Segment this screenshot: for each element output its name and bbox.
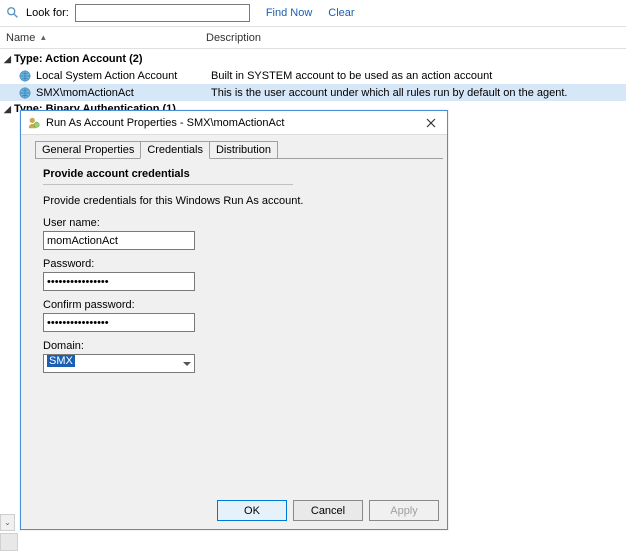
ok-button[interactable]: OK bbox=[217, 500, 287, 521]
tab-strip: General Properties Credentials Distribut… bbox=[35, 141, 443, 158]
search-label: Look for: bbox=[26, 7, 69, 19]
footer-grip bbox=[0, 533, 18, 551]
tab-distribution[interactable]: Distribution bbox=[209, 141, 278, 158]
search-input[interactable] bbox=[75, 4, 250, 22]
column-description[interactable]: Description bbox=[206, 32, 626, 44]
item-name: Local System Action Account bbox=[36, 70, 211, 82]
hint-text: Provide credentials for this Windows Run… bbox=[43, 195, 433, 207]
find-now-link[interactable]: Find Now bbox=[266, 7, 312, 19]
dialog-title: Run As Account Properties - SMX\momActio… bbox=[46, 117, 421, 129]
sort-asc-icon: ▲ bbox=[39, 33, 47, 42]
domain-label: Domain: bbox=[43, 340, 433, 352]
tab-body: Provide account credentials Provide cred… bbox=[21, 159, 447, 373]
item-name: SMX\momActionAct bbox=[36, 87, 211, 99]
column-name[interactable]: Name▲ bbox=[6, 32, 206, 44]
titlebar[interactable]: Run As Account Properties - SMX\momActio… bbox=[21, 111, 447, 135]
username-label: User name: bbox=[43, 217, 433, 229]
group-header[interactable]: ◢ Type: Action Account (2) bbox=[0, 51, 626, 67]
properties-dialog: Run As Account Properties - SMX\momActio… bbox=[20, 110, 448, 530]
tab-general[interactable]: General Properties bbox=[35, 141, 141, 158]
apply-button: Apply bbox=[369, 500, 439, 521]
account-icon bbox=[27, 116, 41, 130]
domain-combobox[interactable]: SMX bbox=[43, 354, 195, 373]
item-desc: This is the user account under which all… bbox=[211, 87, 626, 99]
scroll-down-button[interactable]: ⌄ bbox=[0, 514, 15, 531]
confirm-password-field[interactable] bbox=[43, 313, 195, 332]
dialog-buttons: OK Cancel Apply bbox=[217, 500, 439, 521]
expander-icon[interactable]: ◢ bbox=[4, 54, 14, 65]
section-title: Provide account credentials bbox=[43, 165, 293, 185]
column-headers: Name▲ Description bbox=[0, 27, 626, 49]
globe-icon bbox=[18, 69, 32, 83]
globe-icon bbox=[18, 86, 32, 100]
item-desc: Built in SYSTEM account to be used as an… bbox=[211, 70, 626, 82]
list-item[interactable]: SMX\momActionAct This is the user accoun… bbox=[0, 84, 626, 101]
cancel-button[interactable]: Cancel bbox=[293, 500, 363, 521]
close-icon bbox=[426, 118, 436, 128]
domain-value: SMX bbox=[47, 355, 75, 367]
clear-link[interactable]: Clear bbox=[328, 7, 354, 19]
search-icon bbox=[6, 6, 20, 20]
confirm-label: Confirm password: bbox=[43, 299, 433, 311]
expander-icon[interactable]: ◢ bbox=[4, 104, 14, 115]
search-bar: Look for: Find Now Clear bbox=[0, 0, 626, 27]
list-item[interactable]: Local System Action Account Built in SYS… bbox=[0, 67, 626, 84]
username-field[interactable] bbox=[43, 231, 195, 250]
password-field[interactable] bbox=[43, 272, 195, 291]
tab-credentials[interactable]: Credentials bbox=[140, 141, 210, 159]
group-title: Type: Action Account (2) bbox=[14, 53, 143, 65]
password-label: Password: bbox=[43, 258, 433, 270]
close-button[interactable] bbox=[421, 114, 441, 132]
